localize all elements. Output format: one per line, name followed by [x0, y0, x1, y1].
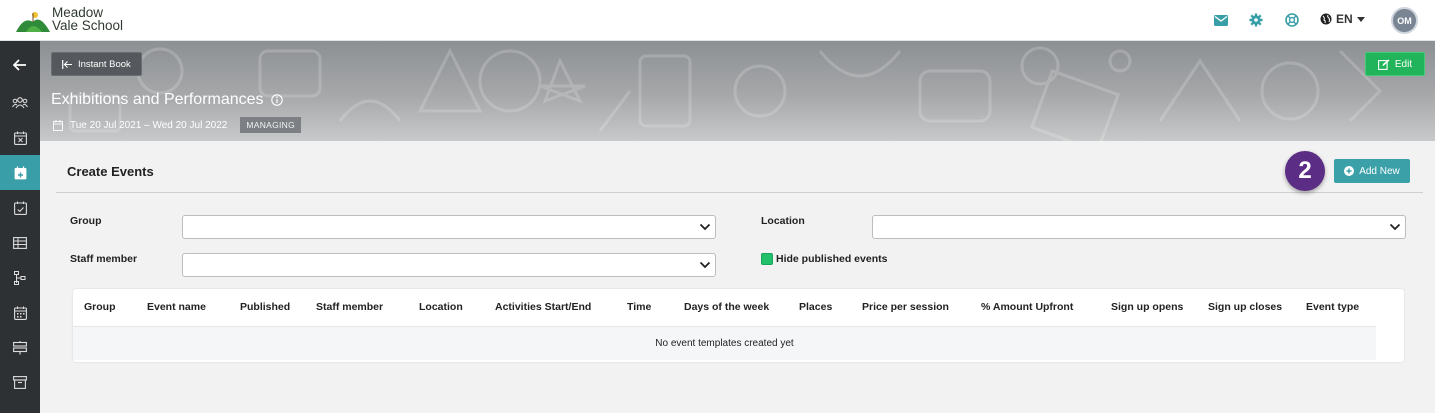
status-badge: MANAGING: [240, 117, 302, 133]
add-new-button[interactable]: Add New: [1334, 159, 1410, 183]
info-icon[interactable]: [270, 94, 283, 106]
school-name: Meadow Vale School: [52, 6, 124, 33]
column-header-time[interactable]: Time: [627, 301, 651, 313]
event-banner: Instant Book Edit Exhibitions and Perfor…: [40, 41, 1435, 141]
sidebar-item-signpost[interactable]: [0, 330, 40, 365]
signpost-icon: [13, 340, 27, 354]
edit-button[interactable]: Edit: [1365, 52, 1425, 76]
column-header-price-per-session[interactable]: Price per session: [862, 301, 949, 313]
hide-published-label: Hide published events: [776, 253, 888, 265]
sidebar-item-cancellations[interactable]: [0, 120, 40, 155]
plus-circle-icon: [1344, 166, 1355, 176]
calendar-x-icon: [13, 131, 27, 145]
chevron-down-icon: [1389, 223, 1401, 231]
location-label: Location: [761, 215, 805, 227]
hide-published-checkbox[interactable]: [761, 253, 773, 265]
archive-icon: [13, 376, 27, 389]
sidebar-item-back[interactable]: [0, 47, 40, 82]
event-date-info: Tue 20 Jul 2021 – Wed 20 Jul 2022 MANAGI…: [53, 117, 302, 133]
edit-icon: [1377, 59, 1390, 70]
calendar-check-icon: [13, 201, 27, 215]
chevron-down-icon: [699, 261, 711, 269]
column-header-location[interactable]: Location: [419, 301, 463, 313]
caret-down-icon: [1356, 16, 1365, 22]
school-logo-mark: [16, 12, 50, 32]
sidebar-item-calendar[interactable]: [0, 295, 40, 330]
column-header-sign-up-opens[interactable]: Sign up opens: [1111, 301, 1183, 313]
school-logo[interactable]: Meadow Vale School: [14, 4, 134, 36]
column-header-sign-up-closes[interactable]: Sign up closes: [1208, 301, 1282, 313]
column-header-event-type[interactable]: Event type: [1306, 301, 1359, 313]
events-table: Group Event name Published Staff member …: [73, 289, 1404, 362]
page-title-text: Exhibitions and Performances: [51, 91, 264, 108]
column-header-event-name[interactable]: Event name: [147, 301, 206, 313]
group-select[interactable]: [182, 215, 716, 239]
sidebar: [0, 41, 40, 413]
location-select[interactable]: [872, 215, 1406, 239]
calendar-grid-icon: [13, 306, 27, 320]
users-icon: [12, 96, 28, 108]
page-title: Exhibitions and Performances: [51, 91, 283, 109]
group-label: Group: [70, 215, 102, 227]
back-arrow-icon: [13, 58, 26, 71]
sidebar-item-create-events[interactable]: [0, 155, 40, 190]
gear-icon[interactable]: [1246, 10, 1266, 30]
table-icon: [13, 236, 27, 249]
column-header-days-of-week[interactable]: Days of the week: [684, 301, 769, 313]
section-divider: [56, 192, 1423, 193]
column-header-staff-member[interactable]: Staff member: [316, 301, 383, 313]
avatar[interactable]: OM: [1391, 7, 1418, 34]
flowchart-icon: [14, 270, 26, 285]
globe-icon: [1320, 13, 1332, 25]
arrow-to-left-icon: [62, 59, 72, 69]
column-header-group[interactable]: Group: [84, 301, 116, 313]
column-header-activities-start-end[interactable]: Activities Start/End: [495, 301, 591, 313]
chevron-down-icon: [699, 223, 711, 231]
add-new-label: Add New: [1359, 165, 1400, 177]
globe-support-icon[interactable]: [1282, 10, 1302, 30]
section-title: Create Events: [67, 164, 154, 179]
calendar-plus-icon: [14, 166, 26, 179]
sidebar-item-table[interactable]: [0, 225, 40, 260]
column-header-places[interactable]: Places: [799, 301, 832, 313]
calendar-icon: [53, 119, 63, 131]
staff-member-label: Staff member: [70, 253, 138, 265]
staff-member-select[interactable]: [182, 253, 716, 277]
sidebar-item-workflow[interactable]: [0, 260, 40, 295]
school-name-line2: Vale School: [52, 18, 124, 33]
language-selector[interactable]: EN: [1320, 12, 1365, 26]
column-header-published[interactable]: Published: [240, 301, 290, 313]
edit-label: Edit: [1394, 58, 1413, 70]
table-body: No event templates created yet: [73, 326, 1376, 360]
sidebar-item-users[interactable]: [0, 85, 40, 120]
column-header-amount-upfront[interactable]: % Amount Upfront: [981, 301, 1073, 313]
top-header: Meadow Vale School EN OM: [0, 0, 1435, 41]
empty-state-message: No event templates created yet: [655, 338, 794, 349]
language-label: EN: [1336, 12, 1353, 26]
hide-published-toggle[interactable]: Hide published events: [761, 253, 887, 265]
date-range: Tue 20 Jul 2021 – Wed 20 Jul 2022: [70, 119, 228, 131]
instant-book-label: Instant Book: [78, 58, 131, 70]
sidebar-item-attendance[interactable]: [0, 190, 40, 225]
step-number-badge: 2: [1285, 151, 1325, 191]
instant-book-button[interactable]: Instant Book: [51, 52, 142, 76]
sidebar-item-archive[interactable]: [0, 365, 40, 400]
mail-icon[interactable]: [1211, 10, 1231, 30]
